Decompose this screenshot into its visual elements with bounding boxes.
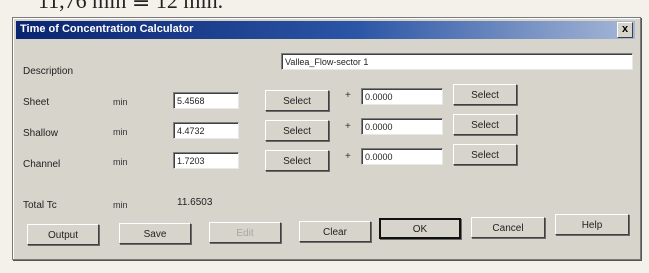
- ok-button[interactable]: OK: [379, 218, 461, 239]
- channel-select-button[interactable]: Select: [265, 150, 329, 171]
- shallow-time-input[interactable]: 4.4732: [173, 122, 239, 139]
- description-label: Description: [23, 66, 74, 77]
- disabled-button[interactable]: Edit: [209, 222, 281, 243]
- row-label-channel: Channel: [23, 159, 61, 170]
- row-label-shallow: Shallow: [23, 128, 59, 139]
- shallow-operator: +: [345, 121, 351, 132]
- cancel-button[interactable]: Cancel: [471, 217, 545, 238]
- tc-calculator-dialog: Time of Concentration Calculator x Descr…: [12, 17, 641, 260]
- channel-time-input[interactable]: 1.7203: [173, 152, 239, 169]
- shallow-select-button[interactable]: Select: [265, 120, 329, 141]
- sheet-time-input[interactable]: 5.4568: [173, 92, 239, 109]
- total-tc-unit: min: [113, 200, 128, 210]
- row-label-sheet: Sheet: [23, 97, 50, 108]
- close-button[interactable]: x: [617, 22, 633, 38]
- sheet-factor-select-button[interactable]: Select: [453, 84, 517, 105]
- shallow-factor-select-button[interactable]: Select: [453, 114, 517, 135]
- sheet-select-button[interactable]: Select: [265, 90, 329, 111]
- output-button[interactable]: Output: [27, 224, 99, 245]
- title-bar[interactable]: Time of Concentration Calculator x: [16, 21, 635, 39]
- total-tc-value: 11.6503: [177, 197, 213, 208]
- clear-button[interactable]: Clear: [299, 221, 371, 242]
- header-text-above-dialog: 11,76 min ≅ 12 min.: [38, 0, 224, 13]
- total-tc-label: Total Tc: [23, 200, 57, 211]
- close-icon: x: [621, 23, 629, 35]
- save-button[interactable]: Save: [119, 223, 191, 244]
- channel-factor-select-button[interactable]: Select: [453, 144, 517, 165]
- dialog-title: Time of Concentration Calculator: [20, 23, 194, 35]
- shallow-factor-input[interactable]: 0.0000: [361, 118, 443, 135]
- channel-factor-input[interactable]: 0.0000: [361, 148, 443, 165]
- row-unit-shallow: min: [113, 127, 128, 137]
- sheet-operator: +: [345, 90, 351, 101]
- sheet-factor-input[interactable]: 0.0000: [361, 88, 443, 105]
- row-unit-sheet: min: [113, 97, 128, 107]
- channel-operator: +: [345, 151, 351, 162]
- row-unit-channel: min: [113, 157, 128, 167]
- help-button[interactable]: Help: [555, 214, 629, 235]
- description-input[interactable]: Vallea_Flow-sector 1: [281, 53, 633, 70]
